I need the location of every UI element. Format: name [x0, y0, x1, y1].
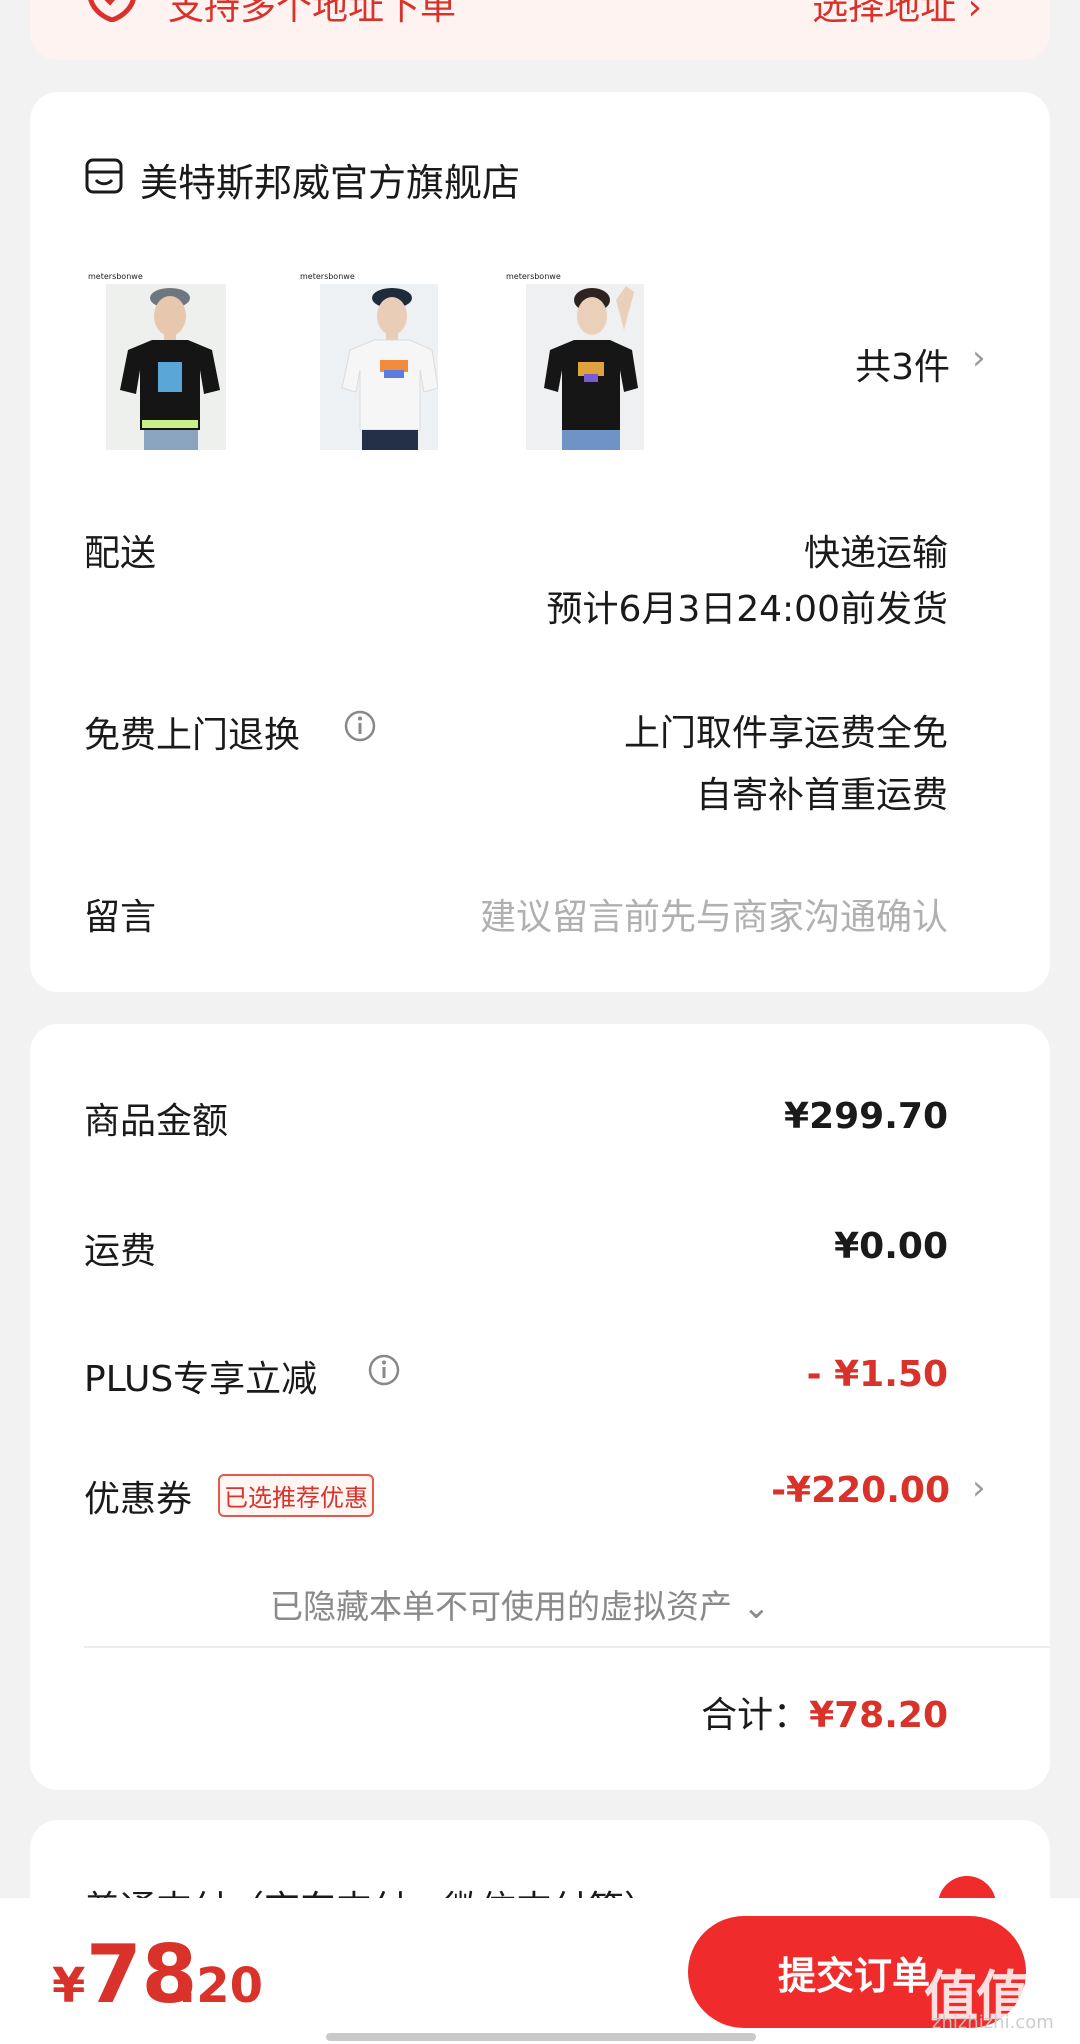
chevron-right-icon[interactable]: › — [972, 1468, 986, 1508]
divider — [84, 1646, 1050, 1648]
goods-amount-label: 商品金额 — [84, 1101, 229, 1142]
goods-amount-value: ¥299.70 — [784, 1096, 948, 1137]
chevron-right-icon: › — [967, 0, 982, 28]
brand-logo: metersbonwe — [300, 272, 355, 281]
product-thumbnail-2[interactable]: metersbonwe — [300, 270, 438, 450]
delivery-label: 配送 — [84, 533, 157, 574]
home-indicator[interactable] — [326, 2033, 756, 2041]
product-image-white-tee — [320, 284, 438, 450]
hidden-assets-text: 已隐藏本单不可使用的虚拟资产 — [270, 1587, 732, 1626]
store-icon — [85, 158, 123, 194]
brand-logo: metersbonwe — [506, 272, 561, 281]
multi-address-text: 支持多个地址下单 — [168, 0, 457, 28]
product-image-black-tee — [106, 284, 226, 450]
item-count[interactable]: 共3件 — [855, 338, 950, 390]
chevron-down-icon: ⌄ — [742, 1587, 771, 1626]
info-icon[interactable] — [368, 1354, 400, 1386]
watermark-url: zhizhizhi.com — [932, 2012, 1054, 2033]
message-input[interactable]: 建议留言前先与商家沟通确认 — [480, 888, 948, 940]
price-decimal: .20 — [178, 1958, 264, 2014]
info-icon[interactable] — [344, 710, 376, 742]
chevron-right-icon[interactable]: › — [972, 338, 986, 378]
select-address-link[interactable]: 选择地址 › — [812, 0, 982, 30]
coupon-label[interactable]: 优惠券 — [84, 1470, 192, 1522]
shipping-fee-label: 运费 — [84, 1231, 157, 1272]
delivery-method[interactable]: 快递运输 — [804, 524, 948, 576]
product-thumbnail-1[interactable]: metersbonwe — [88, 270, 226, 450]
total-label: 合计： — [701, 1695, 810, 1736]
store-name[interactable]: 美特斯邦威官方旗舰店 — [140, 152, 520, 207]
plus-discount-value: - ¥1.50 — [806, 1354, 948, 1395]
delivery-estimate: 预计6月3日24:00前发货 — [546, 589, 948, 630]
product-image-black-tee-2 — [526, 284, 644, 450]
product-thumbnail-3[interactable]: metersbonwe — [506, 270, 644, 450]
message-label: 留言 — [84, 897, 157, 938]
location-shield-icon — [88, 0, 136, 22]
submit-order-label: 提交订单 — [778, 1953, 931, 1998]
shipping-fee-value: ¥0.00 — [834, 1226, 948, 1267]
total-value: ¥78.20 — [809, 1695, 948, 1736]
price-currency: ¥ — [52, 1958, 86, 2014]
brand-logo: metersbonwe — [88, 272, 143, 281]
select-address-label: 选择地址 — [812, 0, 957, 28]
hidden-assets-toggle[interactable]: 已隐藏本单不可使用的虚拟资产 ⌄ — [270, 1580, 770, 1628]
return-line-1: 上门取件享运费全免 — [623, 713, 948, 754]
free-return-label: 免费上门退换 — [84, 715, 301, 756]
plus-discount-label: PLUS专享立减 — [84, 1359, 318, 1400]
coupon-value[interactable]: -¥220.00 — [771, 1470, 950, 1511]
total-row: 合计：¥78.20 — [701, 1686, 948, 1738]
return-line-2: 自寄补首重运费 — [695, 775, 948, 816]
coupon-recommended-badge: 已选推荐优惠 — [218, 1474, 374, 1517]
